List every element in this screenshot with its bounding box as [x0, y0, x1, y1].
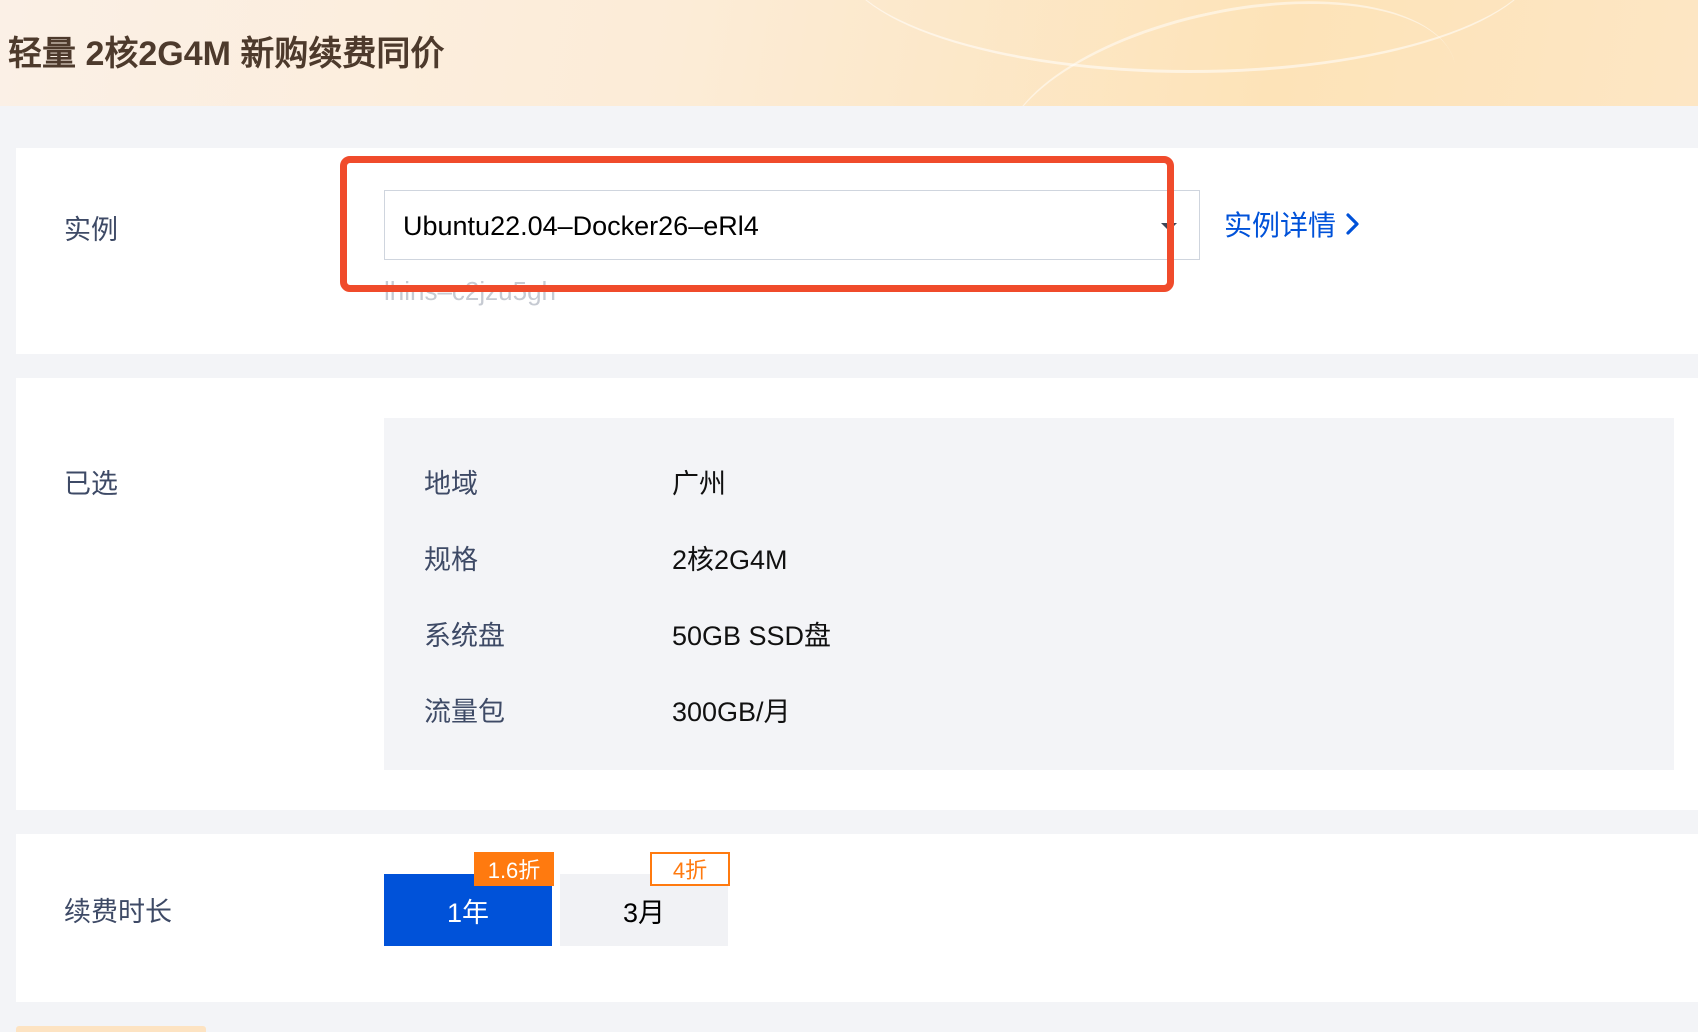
bottom-tab-edge	[16, 1026, 206, 1032]
chevron-right-icon	[1346, 213, 1359, 235]
page-title: 轻量 2核2G4M 新购续费同价	[8, 35, 445, 73]
duration-option-label: 1年	[446, 897, 490, 928]
spec-value: 广州	[672, 469, 726, 499]
spec-value: 300GB/月	[672, 697, 791, 727]
discount-badge: 1.6折	[474, 852, 554, 886]
spec-key: 流量包	[424, 697, 505, 727]
selected-label: 已选	[64, 469, 118, 499]
spec-key: 系统盘	[424, 621, 505, 651]
instance-detail-link[interactable]: 实例详情	[1224, 204, 1360, 244]
spec-key: 规格	[424, 545, 478, 575]
page-header: 轻量 2核2G4M 新购续费同价	[0, 0, 1698, 106]
renewal-panel: 续费时长 1年 1.6折 3月 4折	[16, 834, 1698, 1002]
selected-panel: 已选 地域 广州 规格 2核2G4M 系统盘 50GB SSD盘 流量包 300…	[16, 378, 1698, 810]
spec-key: 地域	[424, 469, 478, 499]
instance-detail-link-label: 实例详情	[1224, 210, 1337, 241]
instance-panel: 实例 Ubuntu22.04–Docker26–eRl4 lhins–c2jzu…	[16, 148, 1698, 354]
discount-badge: 4折	[650, 852, 730, 886]
renewal-label: 续费时长	[64, 897, 172, 927]
highlight-annotation	[340, 156, 1174, 292]
spec-summary: 地域 广州 规格 2核2G4M 系统盘 50GB SSD盘 流量包 300GB/…	[384, 418, 1674, 770]
spec-value: 2核2G4M	[672, 545, 788, 575]
instance-label: 实例	[64, 215, 118, 245]
spec-value: 50GB SSD盘	[672, 621, 832, 651]
duration-option-label: 3月	[622, 897, 666, 928]
